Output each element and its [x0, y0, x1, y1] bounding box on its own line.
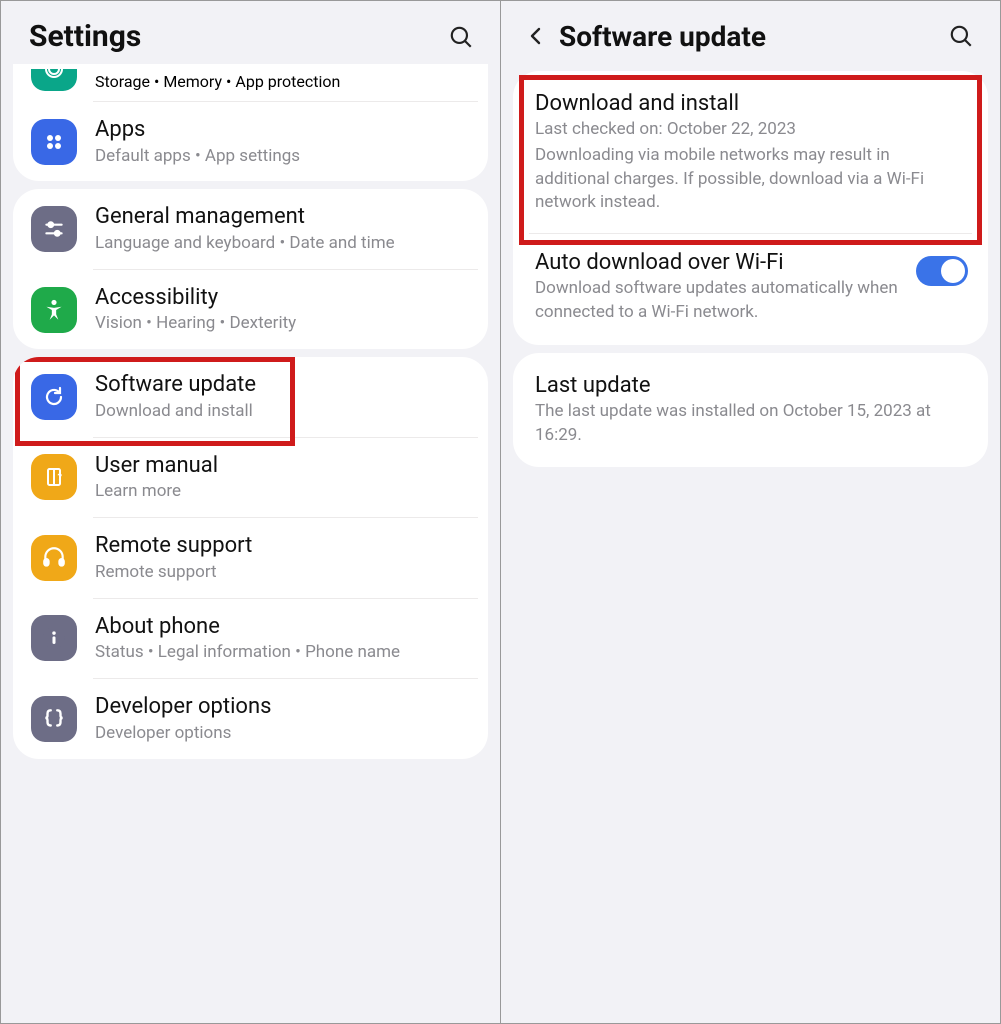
auto-download-toggle[interactable] [916, 256, 968, 286]
auto-download-item[interactable]: Auto download over Wi-Fi Download softwa… [513, 234, 988, 341]
item-description: Downloading via mobile networks may resu… [535, 144, 966, 215]
last-update-item[interactable]: Last update The last update was installe… [513, 357, 988, 464]
item-title: Auto download over Wi-Fi [535, 250, 898, 275]
sliders-icon [31, 206, 77, 252]
item-subtitle: Storage • Memory • App protection [95, 72, 470, 91]
page-title: Software update [559, 20, 944, 53]
settings-group: Device care Storage • Memory • App prote… [13, 64, 488, 181]
grid-icon [31, 119, 77, 165]
item-title: Accessibility [95, 284, 470, 312]
headset-icon [31, 535, 77, 581]
settings-item-developer[interactable]: Developer options Developer options [13, 679, 488, 758]
update-card: Download and install Last checked on: Oc… [513, 71, 988, 345]
settings-item-about-phone[interactable]: About phone Status • Legal information •… [13, 599, 488, 678]
settings-item-device-care[interactable]: Device care Storage • Memory • App prote… [13, 64, 488, 101]
item-title: User manual [95, 452, 470, 480]
settings-item-general[interactable]: General management Language and keyboard… [13, 189, 488, 268]
page-title: Settings [29, 19, 444, 54]
last-update-card: Last update The last update was installe… [513, 353, 988, 468]
item-subtitle: Developer options [95, 722, 470, 745]
search-button[interactable] [944, 19, 978, 53]
book-icon: ? [31, 454, 77, 500]
refresh-icon [31, 374, 77, 420]
back-button[interactable] [519, 19, 553, 53]
item-title: About phone [95, 613, 470, 641]
chevron-left-icon [524, 24, 548, 48]
item-subtitle: Remote support [95, 561, 470, 584]
item-title: Apps [95, 116, 470, 144]
item-title: Software update [95, 371, 470, 399]
settings-pane: Settings Device care Storage • Memory • … [1, 1, 501, 1023]
settings-item-accessibility[interactable]: Accessibility Vision • Hearing • Dexteri… [13, 270, 488, 349]
item-title: Developer options [95, 693, 470, 721]
item-subtitle: Vision • Hearing • Dexterity [95, 312, 470, 335]
braces-icon [31, 696, 77, 742]
search-icon [948, 23, 974, 49]
item-subtitle: The last update was installed on October… [535, 400, 966, 448]
settings-item-software-update[interactable]: Software update Download and install [13, 357, 488, 436]
settings-item-apps[interactable]: Apps Default apps • App settings [13, 102, 488, 181]
settings-group: Software update Download and install ? U… [13, 357, 488, 758]
search-button[interactable] [444, 20, 478, 54]
download-install-item[interactable]: Download and install Last checked on: Oc… [513, 75, 988, 233]
settings-item-user-manual[interactable]: ? User manual Learn more [13, 438, 488, 517]
settings-group: General management Language and keyboard… [13, 189, 488, 349]
item-subtitle: Download software updates automatically … [535, 277, 898, 325]
settings-header: Settings [1, 1, 500, 64]
item-title: Download and install [535, 91, 966, 116]
item-subtitle: Learn more [95, 480, 470, 503]
software-update-pane: Software update Download and install Las… [501, 1, 1000, 1023]
item-subtitle: Last checked on: October 22, 2023 [535, 118, 966, 142]
item-subtitle: Default apps • App settings [95, 145, 470, 168]
toggle-knob [941, 259, 965, 283]
item-subtitle: Download and install [95, 400, 470, 423]
search-icon [448, 24, 474, 50]
item-title: Last update [535, 373, 966, 398]
item-subtitle: Status • Legal information • Phone name [95, 641, 470, 664]
item-title: General management [95, 203, 470, 231]
item-subtitle: Language and keyboard • Date and time [95, 232, 470, 255]
info-icon [31, 615, 77, 661]
software-update-header: Software update [501, 1, 1000, 63]
accessibility-icon [31, 287, 77, 333]
settings-item-remote-support[interactable]: Remote support Remote support [13, 518, 488, 597]
device-care-icon [31, 69, 77, 91]
item-title: Remote support [95, 532, 470, 560]
svg-text:?: ? [58, 473, 63, 483]
